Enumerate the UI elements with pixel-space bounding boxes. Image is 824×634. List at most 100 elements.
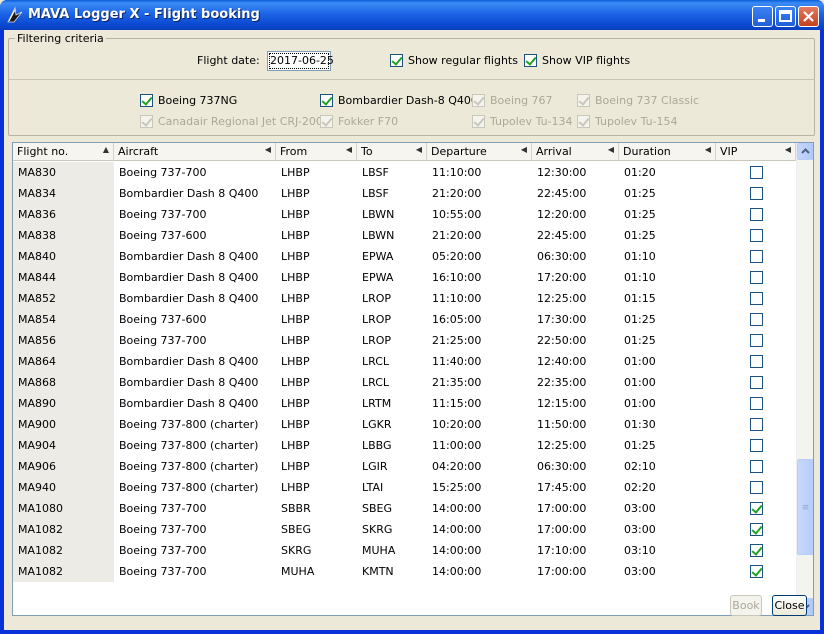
cell-duration: 01:00 xyxy=(624,355,656,368)
column-header-duration[interactable]: Duration ◀ xyxy=(619,143,716,161)
table-row[interactable]: MA834 Bombardier Dash 8 Q400 LHBP LBSF 21:20… xyxy=(13,183,796,204)
cell-aircraft: Boeing 737-700 xyxy=(119,334,207,347)
vip-checkbox-cell[interactable] xyxy=(716,414,796,435)
checkbox-icon[interactable] xyxy=(750,480,763,494)
table-row[interactable]: MA1082 Boeing 737-700 SBEG SKRG 14:00:00 17:0… xyxy=(13,519,796,540)
vip-checkbox-cell[interactable] xyxy=(716,162,796,183)
checkbox-icon[interactable] xyxy=(750,186,763,200)
checkbox-icon[interactable] xyxy=(750,543,763,557)
aircraft-checkbox-boeing-737ng[interactable]: Boeing 737NG xyxy=(140,94,237,107)
vip-checkbox-cell[interactable] xyxy=(716,330,796,351)
table-row[interactable]: MA844 Bombardier Dash 8 Q400 LHBP EPWA 16:10… xyxy=(13,267,796,288)
cell-to: LBWN xyxy=(362,208,395,221)
table-row[interactable]: MA890 Bombardier Dash 8 Q400 LHBP LRTM 11:15… xyxy=(13,393,796,414)
column-header-departure[interactable]: Departure ◀ xyxy=(427,143,532,161)
checkbox-icon[interactable] xyxy=(750,312,763,326)
vip-checkbox-cell[interactable] xyxy=(716,393,796,414)
column-header-vip[interactable]: VIP ◀ xyxy=(716,143,796,161)
scroll-up-button[interactable] xyxy=(797,143,813,160)
cell-aircraft: Bombardier Dash 8 Q400 xyxy=(119,250,259,263)
checkbox-icon[interactable] xyxy=(750,270,763,284)
vip-checkbox-cell[interactable] xyxy=(716,540,796,561)
vip-checkbox-cell[interactable] xyxy=(716,351,796,372)
title-bar[interactable]: MAVA Logger X - Flight booking xyxy=(0,0,824,30)
checkbox-icon[interactable] xyxy=(750,459,763,473)
table-row[interactable]: MA1082 Boeing 737-700 SKRG MUHA 14:00:00 17:1… xyxy=(13,540,796,561)
minimize-button[interactable] xyxy=(752,6,773,27)
checkbox-icon[interactable] xyxy=(750,564,763,578)
scroll-thumb[interactable]: ≡ xyxy=(797,459,813,555)
vip-checkbox-cell[interactable] xyxy=(716,561,796,582)
checkbox-icon[interactable] xyxy=(750,501,763,515)
show-regular-flights-checkbox[interactable]: Show regular flights xyxy=(390,54,518,67)
cell-flight-no: MA844 xyxy=(13,267,114,288)
table-row[interactable]: MA854 Boeing 737-600 LHBP LROP 16:05:00 17:30… xyxy=(13,309,796,330)
checkbox-icon[interactable] xyxy=(750,522,763,536)
flight-date-field[interactable]: 2017-06-25 xyxy=(267,51,334,71)
checkbox-icon[interactable] xyxy=(750,396,763,410)
vip-checkbox-cell[interactable] xyxy=(716,183,796,204)
table-row[interactable]: MA906 Boeing 737-800 (charter) LHBP LGIR 04:… xyxy=(13,456,796,477)
column-header-aircraft[interactable]: Aircraft ◀ xyxy=(114,143,276,161)
column-header-to[interactable]: To ◀ xyxy=(357,143,427,161)
checkbox-icon[interactable] xyxy=(750,165,763,179)
table-row[interactable]: MA838 Boeing 737-600 LHBP LBWN 21:20:00 22:45… xyxy=(13,225,796,246)
cell-duration: 01:25 xyxy=(624,187,656,200)
table-row[interactable]: MA856 Boeing 737-700 LHBP LROP 21:25:00 22:50… xyxy=(13,330,796,351)
checkbox-icon[interactable] xyxy=(750,249,763,263)
vip-checkbox-cell[interactable] xyxy=(716,456,796,477)
column-header-arrival[interactable]: Arrival ◀ xyxy=(532,143,619,161)
book-button[interactable]: Book xyxy=(730,595,762,616)
table-row[interactable]: MA904 Boeing 737-800 (charter) LHBP LBBG 11:… xyxy=(13,435,796,456)
vertical-scrollbar[interactable]: ≡ xyxy=(796,143,813,615)
close-button[interactable]: Close xyxy=(772,595,807,616)
cell-duration: 01:10 xyxy=(624,250,656,263)
vip-checkbox-cell[interactable] xyxy=(716,309,796,330)
table-row[interactable]: MA852 Bombardier Dash 8 Q400 LHBP LROP 11:10… xyxy=(13,288,796,309)
aircraft-checkbox-crj-200: Canadair Regional Jet CRJ-200 xyxy=(140,115,323,128)
checkbox-icon[interactable] xyxy=(750,228,763,242)
checkbox-icon[interactable] xyxy=(750,417,763,431)
maximize-button[interactable] xyxy=(775,6,796,27)
vip-checkbox-cell[interactable] xyxy=(716,498,796,519)
checkbox-icon[interactable] xyxy=(750,333,763,347)
table-row[interactable]: MA868 Bombardier Dash 8 Q400 LHBP LRCL 21:35… xyxy=(13,372,796,393)
column-header-flight-no[interactable]: Flight no. ▲ xyxy=(13,143,114,161)
aircraft-checkbox-dash8-q400[interactable]: Bombardier Dash-8 Q400 xyxy=(320,94,478,107)
cell-departure: 11:00:00 xyxy=(432,439,482,452)
vip-checkbox-cell[interactable] xyxy=(716,225,796,246)
table-row[interactable]: MA836 Boeing 737-700 LHBP LBWN 10:55:00 12:20… xyxy=(13,204,796,225)
checkbox-icon[interactable] xyxy=(750,375,763,389)
aircraft-checkbox-fokker-f70: Fokker F70 xyxy=(320,115,398,128)
sort-indicator-icon: ◀ xyxy=(704,145,711,154)
close-window-button[interactable] xyxy=(798,6,819,27)
cell-to: LRCL xyxy=(362,355,390,368)
vip-checkbox-cell[interactable] xyxy=(716,288,796,309)
vip-checkbox-cell[interactable] xyxy=(716,204,796,225)
table-row[interactable]: MA830 Boeing 737-700 LHBP LBSF 11:10:00 12:30… xyxy=(13,162,796,183)
checkbox-icon[interactable] xyxy=(750,291,763,305)
vip-checkbox-cell[interactable] xyxy=(716,267,796,288)
cell-aircraft: Bombardier Dash 8 Q400 xyxy=(119,271,259,284)
table-row[interactable]: MA940 Boeing 737-800 (charter) LHBP LTAI 15:… xyxy=(13,477,796,498)
aircraft-checkbox-tu-134: Tupolev Tu-134 xyxy=(472,115,573,128)
checkbox-icon[interactable] xyxy=(750,354,763,368)
vip-checkbox-cell[interactable] xyxy=(716,519,796,540)
table-row[interactable]: MA1082 Boeing 737-700 MUHA KMTN 14:00:00 17:0… xyxy=(13,561,796,582)
checkbox-icon[interactable] xyxy=(750,207,763,221)
cell-aircraft: Boeing 737-800 (charter) xyxy=(119,481,259,494)
cell-departure: 11:40:00 xyxy=(432,355,482,368)
table-row[interactable]: MA840 Bombardier Dash 8 Q400 LHBP EPWA 05:20… xyxy=(13,246,796,267)
table-row[interactable]: MA900 Boeing 737-800 (charter) LHBP LGKR 10:… xyxy=(13,414,796,435)
cell-arrival: 17:00:00 xyxy=(537,523,587,536)
checkbox-icon[interactable] xyxy=(750,438,763,452)
show-vip-flights-checkbox[interactable]: Show VIP flights xyxy=(524,54,630,67)
cell-departure: 14:00:00 xyxy=(432,565,482,578)
vip-checkbox-cell[interactable] xyxy=(716,435,796,456)
table-row[interactable]: MA1080 Boeing 737-700 SBBR SBEG 14:00:00 17:0… xyxy=(13,498,796,519)
table-row[interactable]: MA864 Bombardier Dash 8 Q400 LHBP LRCL 11:40… xyxy=(13,351,796,372)
column-header-from[interactable]: From ◀ xyxy=(276,143,357,161)
vip-checkbox-cell[interactable] xyxy=(716,372,796,393)
vip-checkbox-cell[interactable] xyxy=(716,477,796,498)
vip-checkbox-cell[interactable] xyxy=(716,246,796,267)
